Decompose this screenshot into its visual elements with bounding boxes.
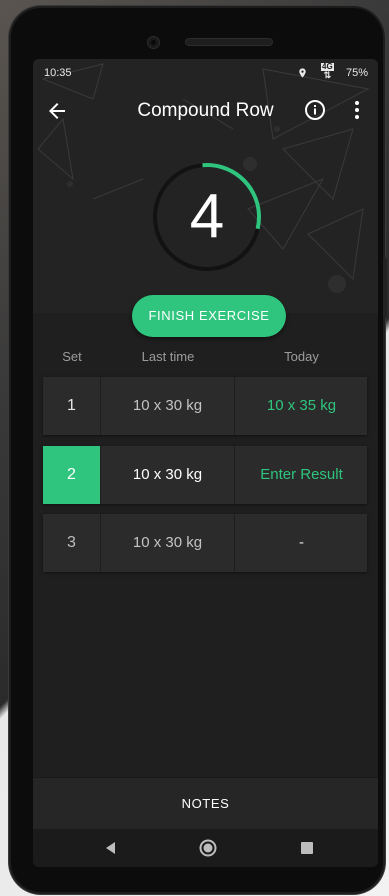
info-icon[interactable]	[303, 98, 327, 122]
data-arrows-icon: ⇅	[323, 70, 332, 80]
table-header: Set Last time Today	[33, 349, 378, 369]
timer-value: 4	[189, 182, 225, 251]
power-button	[383, 258, 387, 318]
header-today: Today	[284, 349, 319, 364]
location-icon	[297, 66, 308, 83]
header-set: Set	[62, 349, 82, 364]
app-screen: 10:35 4G ⇅ 75% Compound Row 4 FINISH EXE…	[33, 59, 378, 867]
battery-level: 75%	[345, 67, 368, 79]
earpiece-speaker	[185, 38, 273, 46]
finish-exercise-button[interactable]: FINISH EXERCISE	[132, 295, 286, 337]
today-result[interactable]: 10 x 35 kg	[236, 377, 367, 435]
nav-back-icon[interactable]	[101, 838, 121, 858]
today-result[interactable]: -	[236, 514, 367, 572]
last-time-value: 10 x 30 kg	[101, 446, 235, 504]
set-number: 1	[43, 377, 101, 435]
notes-button[interactable]: NOTES	[33, 777, 378, 829]
enter-result-button[interactable]: Enter Result	[236, 446, 367, 504]
status-time: 10:35	[44, 67, 72, 79]
more-vert-icon[interactable]	[345, 98, 369, 122]
header-last-time: Last time	[141, 349, 195, 364]
front-camera	[147, 36, 160, 49]
table-row[interactable]: 3 10 x 30 kg -	[43, 514, 367, 572]
nav-recents-icon[interactable]	[297, 838, 317, 858]
table-row[interactable]: 2 10 x 30 kg Enter Result	[43, 446, 367, 504]
table-row[interactable]: 1 10 x 30 kg 10 x 35 kg	[43, 377, 367, 435]
set-number: 2	[43, 446, 101, 504]
nav-home-icon[interactable]	[198, 838, 218, 858]
rest-timer: 4	[149, 159, 265, 275]
status-bar: 10:35 4G ⇅ 75%	[33, 59, 378, 87]
network-indicator: 4G ⇅	[321, 63, 334, 80]
app-bar: Compound Row	[33, 89, 378, 133]
last-time-value: 10 x 30 kg	[101, 377, 235, 435]
last-time-value: 10 x 30 kg	[101, 514, 235, 572]
system-nav-bar	[33, 829, 378, 867]
set-number: 3	[43, 514, 101, 572]
